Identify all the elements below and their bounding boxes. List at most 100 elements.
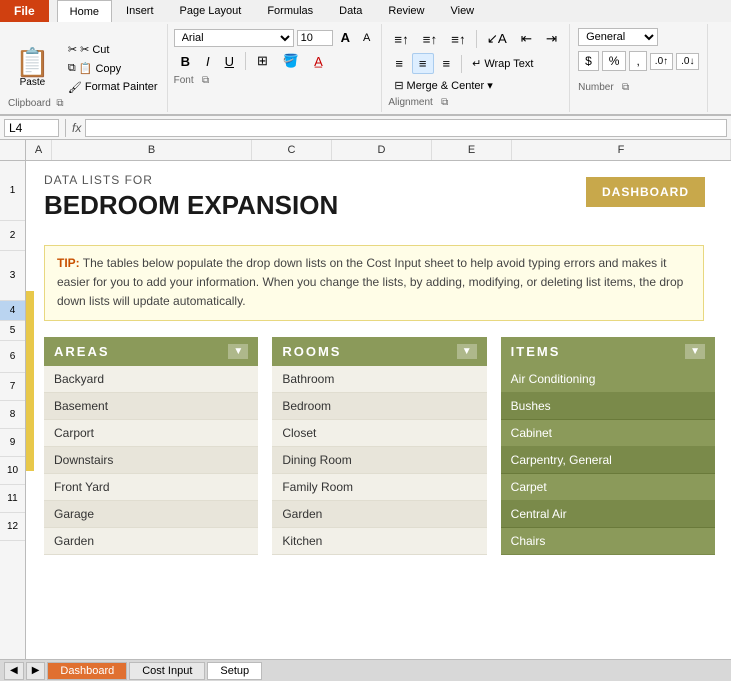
tab-insert[interactable]: Insert [114,0,166,22]
row-header-7: 7 [0,373,25,401]
indent-increase-button[interactable]: ⇥ [540,28,563,50]
items-item-2: Bushes [501,393,715,420]
formula-input[interactable] [85,119,727,137]
rooms-item-6: Garden [272,501,486,528]
align-right-button[interactable]: ≡ [436,53,458,74]
areas-item-1: Backyard [44,366,258,393]
rooms-header: ROOMS [282,344,341,359]
row-header-10: 10 [0,457,25,485]
font-color-button[interactable]: A̲ [308,51,329,72]
areas-item-6: Garage [44,501,258,528]
align-left-button[interactable]: ≡ [388,53,410,74]
format-painter-icon: 🖌 [68,81,82,94]
row-header-8: 8 [0,401,25,429]
cut-button[interactable]: ✂ ✂ Cut [63,41,163,58]
areas-dropdown-button[interactable]: ▼ [228,344,248,359]
items-table: ITEMS ▼ Air Conditioning Bushes Cabinet … [501,337,715,555]
areas-item-5: Front Yard [44,474,258,501]
rooms-item-2: Bedroom [272,393,486,420]
col-header-b: B [52,140,252,160]
prev-sheet-button[interactable]: ◀ [4,662,24,680]
dollar-button[interactable]: $ [578,51,599,71]
wrap-text-icon: ↵ [472,57,481,70]
tip-label: TIP: [57,256,80,270]
number-format-select[interactable]: General [578,28,658,46]
wrap-text-button[interactable]: ↵ Wrap Text [466,55,539,72]
items-dropdown-button[interactable]: ▼ [685,344,705,359]
decrease-font-button[interactable]: A [358,30,375,46]
row-header-9: 9 [0,429,25,457]
fill-color-button[interactable]: 🪣 [277,50,305,72]
merge-center-button[interactable]: ⊟ Merge & Center ▾ [388,77,498,94]
copy-button[interactable]: ⧉ 📋 Copy [63,60,163,77]
tab-home[interactable]: Home [57,0,112,22]
percent-button[interactable]: % [602,51,627,71]
rooms-item-1: Bathroom [272,366,486,393]
col-header-a: A [26,140,52,160]
col-header-e: E [432,140,512,160]
fx-label: fx [72,121,81,135]
items-item-3: Cabinet [501,420,715,447]
tab-review[interactable]: Review [376,0,436,22]
align-top-right-button[interactable]: ≡↑ [445,29,471,50]
font-name-select[interactable]: Arial [174,29,294,47]
merge-dropdown-icon: ▾ [487,79,493,92]
bold-button[interactable]: B [174,51,197,72]
rooms-item-3: Closet [272,420,486,447]
indent-decrease-button[interactable]: ⇤ [515,28,538,50]
tab-view[interactable]: View [438,0,486,22]
decimal-inc-button[interactable]: .0↑ [650,53,673,70]
file-tab[interactable]: File [0,0,49,22]
increase-font-button[interactable]: A [336,28,355,47]
align-top-center-button[interactable]: ≡↑ [417,29,443,50]
tab-cost-input[interactable]: Cost Input [129,662,205,680]
decimal-dec-button[interactable]: .0↓ [676,53,699,70]
row-header-11: 11 [0,485,25,513]
items-item-7: Chairs [501,528,715,555]
tab-page-layout[interactable]: Page Layout [168,0,254,22]
col-header-d: D [332,140,432,160]
areas-header: AREAS [54,344,110,359]
items-header: ITEMS [511,344,561,359]
items-item-5: Carpet [501,474,715,501]
border-button[interactable]: ⊞ [251,50,274,72]
row-header-2: 2 [0,221,25,251]
wrap-text-label: Wrap Text [484,58,533,70]
items-item-4: Carpentry, General [501,447,715,474]
rooms-item-7: Kitchen [272,528,486,555]
items-item-1: Air Conditioning [501,366,715,393]
comma-button[interactable]: , [629,51,646,71]
areas-item-2: Basement [44,393,258,420]
dashboard-button[interactable]: DASHBOARD [586,177,705,207]
areas-item-3: Carport [44,420,258,447]
tab-setup[interactable]: Setup [207,662,262,680]
align-center-button[interactable]: ≡ [412,53,434,74]
merge-center-label: Merge & Center [407,80,485,92]
tab-formulas[interactable]: Formulas [255,0,325,22]
font-group-label: Font ⧉ [174,75,376,86]
rooms-item-4: Dining Room [272,447,486,474]
tip-box: TIP: The tables below populate the drop … [44,245,704,321]
align-top-left-button[interactable]: ≡↑ [388,29,414,50]
format-painter-button[interactable]: 🖌 Format Painter [63,79,163,96]
alignment-group-label: Alignment ⧉ [388,97,563,108]
row-header-5: 5 [0,321,25,341]
row-header-3: 3 [0,251,25,301]
alignment-group: ≡↑ ≡↑ ≡↑ ↙A ⇤ ⇥ ≡ ≡ ≡ ↵ Wrap Text [382,24,570,112]
next-sheet-button[interactable]: ▶ [26,662,46,680]
underline-button[interactable]: U [219,51,240,72]
row-header-6: 6 [0,341,25,373]
italic-button[interactable]: I [200,51,216,72]
merge-icon: ⊟ [394,79,403,92]
tab-data[interactable]: Data [327,0,374,22]
rooms-dropdown-button[interactable]: ▼ [457,344,477,359]
areas-item-4: Downstairs [44,447,258,474]
tab-dashboard[interactable]: Dashboard [47,662,127,680]
font-size-input[interactable] [297,30,333,46]
rooms-item-5: Family Room [272,474,486,501]
col-header-c: C [252,140,332,160]
cell-reference[interactable] [4,119,59,137]
clipboard-label: Clipboard ⧉ [8,98,64,109]
text-orient-button[interactable]: ↙A [481,28,513,50]
rooms-table: ROOMS ▼ Bathroom Bedroom Closet Dining R… [272,337,486,555]
